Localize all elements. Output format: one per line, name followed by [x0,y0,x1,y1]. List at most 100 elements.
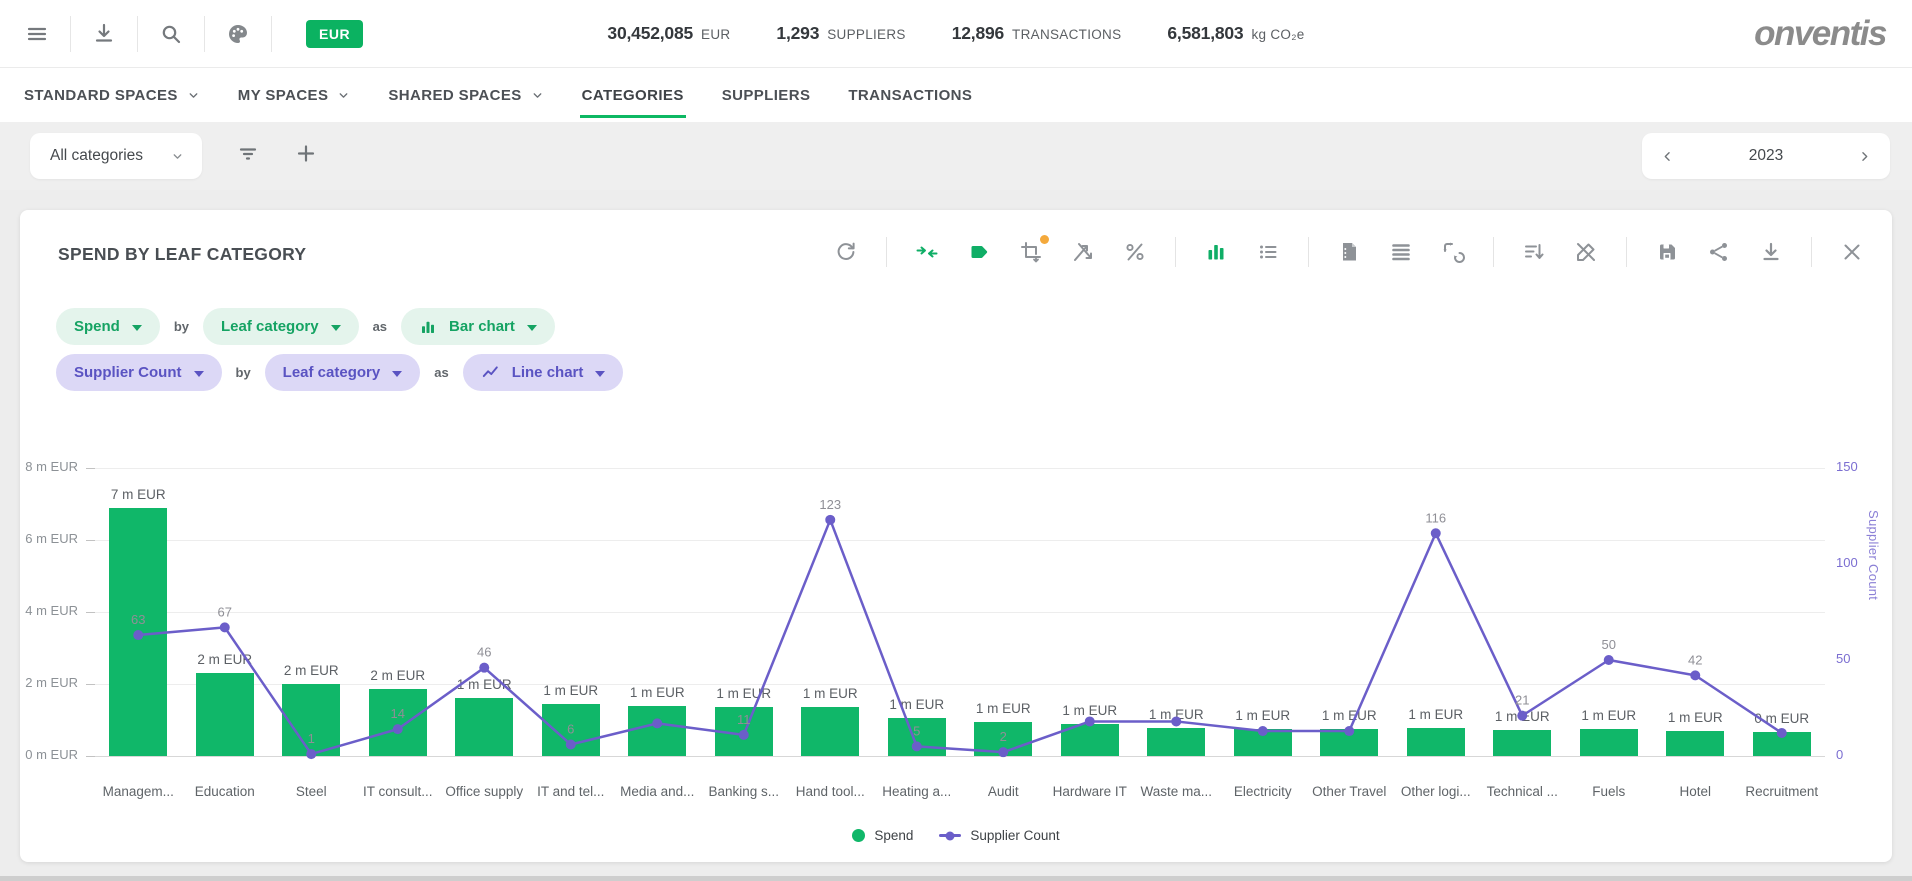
point-value-label: 123 [819,497,841,512]
left-axis-label: 4 m EUR [20,603,86,618]
line-point[interactable] [393,724,403,734]
divider [204,16,205,52]
chevron-down-icon [531,89,544,102]
spend-marker-icon [852,829,865,842]
stat-co2: 6,581,803 kg CO₂e [1167,23,1304,44]
tab-label: CATEGORIES [582,87,684,104]
line-point[interactable] [1258,726,1268,736]
header-icon-group: EUR [14,0,363,67]
line-point[interactable] [1604,655,1614,665]
palette-icon[interactable] [215,11,261,57]
tab-suppliers[interactable]: SUPPLIERS [722,68,811,122]
line-point[interactable] [220,622,230,632]
gridline [95,756,1825,757]
divider [137,16,138,52]
previous-year-button[interactable] [1660,149,1675,164]
currency-badge[interactable]: EUR [306,20,363,48]
next-year-button[interactable] [1857,149,1872,164]
legend-label: Supplier Count [970,828,1059,843]
line-point[interactable] [652,718,662,728]
stat-value: 6,581,803 [1167,23,1243,44]
point-value-label: 63 [131,612,145,627]
stat-value: 12,896 [952,23,1004,44]
axis-tick [86,468,95,469]
tab-standard-spaces[interactable]: STANDARD SPACES [24,68,200,122]
line-point[interactable] [998,747,1008,757]
axis-tick [86,684,95,685]
tab-label: SHARED SPACES [388,87,521,104]
stat-transactions: 12,896 TRANSACTIONS [952,23,1122,44]
download-icon[interactable] [81,11,127,57]
divider [271,16,272,52]
category-filter-value: All categories [50,147,143,165]
stat-total-spend: 30,452,085 EUR [607,23,730,44]
line-point[interactable] [1777,728,1787,738]
tab-label: STANDARD SPACES [24,87,178,104]
line-point[interactable] [912,741,922,751]
line-path [138,520,1782,754]
tab-shared-spaces[interactable]: SHARED SPACES [388,68,543,122]
point-value-label: 11 [737,712,751,727]
add-icon[interactable] [294,142,318,171]
line-point[interactable] [1690,670,1700,680]
line-point[interactable] [739,730,749,740]
tab-transactions[interactable]: TRANSACTIONS [848,68,972,122]
point-value-label: 1 [308,731,315,746]
left-axis-label: 8 m EUR [20,459,86,474]
point-value-label: 116 [1425,510,1446,525]
filter-icon[interactable] [236,142,260,171]
supplier-count-line: 63671144661112352116215042 [95,464,1825,756]
point-value-label: 6 [567,721,574,736]
tab-categories[interactable]: CATEGORIES [582,68,684,122]
line-point[interactable] [566,739,576,749]
tab-label: SUPPLIERS [722,87,811,104]
line-point[interactable] [306,749,316,759]
menu-icon[interactable] [14,11,60,57]
right-axis-label: 0 [1836,747,1880,762]
year-selector: 2023 [1642,133,1890,179]
category-filter-select[interactable]: All categories [30,133,202,179]
axis-tick [86,756,95,757]
spend-by-leaf-category-panel: SPEND BY LEAF CATEGORY [20,210,1892,862]
line-point[interactable] [1517,711,1527,721]
chevron-down-icon [187,89,200,102]
right-axis-title: Supplier Count [1866,510,1881,720]
left-axis-label: 6 m EUR [20,531,86,546]
divider [70,16,71,52]
point-value-label: 2 [1000,729,1007,744]
legend-item-supplier-count[interactable]: Supplier Count [939,828,1059,843]
line-point[interactable] [825,515,835,525]
main-nav: STANDARD SPACES MY SPACES SHARED SPACES … [0,68,1912,122]
top-header: EUR 30,452,085 EUR 1,293 SUPPLIERS 12,89… [0,0,1912,68]
stat-value: 1,293 [776,23,819,44]
supplier-count-marker-icon [939,834,961,837]
line-point[interactable] [1085,716,1095,726]
legend-item-spend[interactable]: Spend [852,828,913,843]
axis-tick [86,612,95,613]
line-point[interactable] [479,663,489,673]
tab-my-spaces[interactable]: MY SPACES [238,68,351,122]
onventis-logo: onventis [1754,14,1886,54]
stat-unit: EUR [701,27,730,42]
line-point[interactable] [1171,716,1181,726]
point-value-label: 21 [1515,693,1529,708]
line-point[interactable] [1431,528,1441,538]
spend-by-leaf-category-chart: 8 m EUR6 m EUR4 m EUR2 m EUR0 m EUR15010… [20,210,1892,862]
left-axis-label: 2 m EUR [20,675,86,690]
line-point[interactable] [133,630,143,640]
point-value-label: 14 [391,706,405,721]
search-icon[interactable] [148,11,194,57]
kpi-stats: 30,452,085 EUR 1,293 SUPPLIERS 12,896 TR… [607,0,1304,67]
point-value-label: 50 [1602,637,1616,652]
chevron-down-icon [337,89,350,102]
tab-label: TRANSACTIONS [848,87,972,104]
line-point[interactable] [1344,726,1354,736]
chevron-left-icon [1660,149,1675,164]
year-value: 2023 [1749,147,1783,165]
point-value-label: 46 [477,645,491,660]
chart-legend: Spend Supplier Count [20,828,1892,843]
stat-value: 30,452,085 [607,23,693,44]
right-axis-label: 150 [1836,459,1880,474]
legend-label: Spend [874,828,913,843]
chevron-right-icon [1857,149,1872,164]
